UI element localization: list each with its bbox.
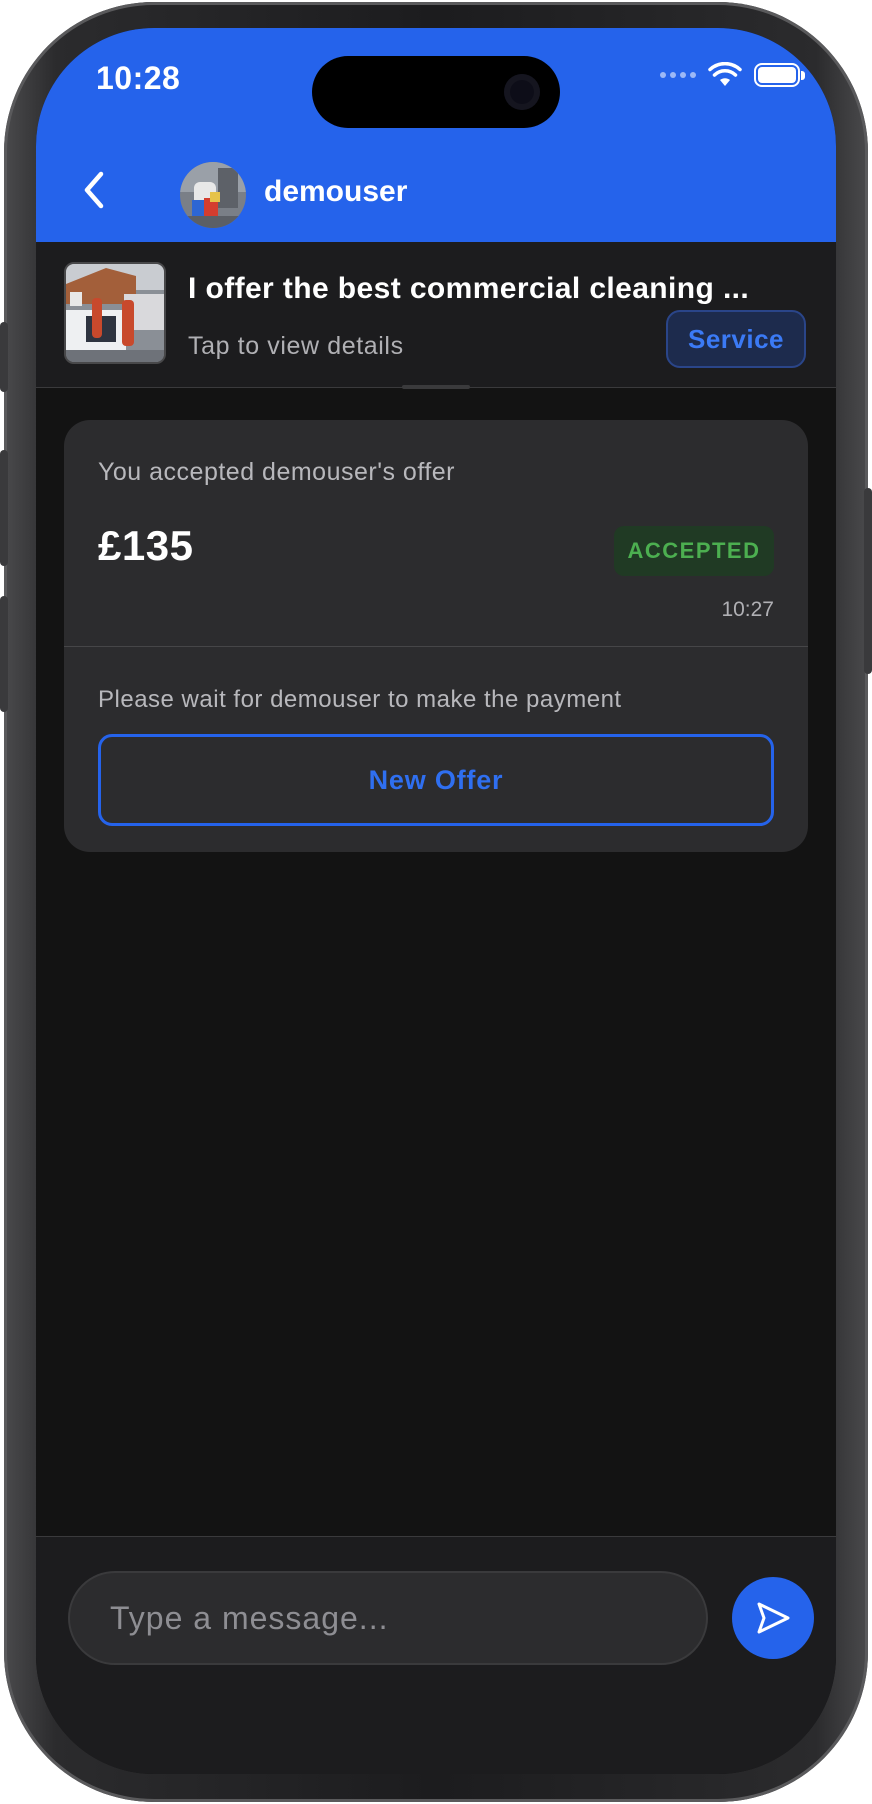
listing-image: [66, 264, 164, 362]
listing-title: I offer the best commercial cleaning ...: [188, 272, 750, 305]
send-button[interactable]: [732, 1577, 814, 1659]
dynamic-island: [312, 56, 560, 128]
offer-timestamp: 10:27: [721, 598, 774, 621]
chevron-left-icon: [84, 171, 104, 209]
avatar[interactable]: [180, 162, 246, 228]
side-button: [0, 450, 8, 566]
listing-thumbnail: [64, 262, 166, 364]
offer-label: You accepted demouser's offer: [98, 458, 456, 486]
offer-card: You accepted demouser's offer £135 ACCEP…: [64, 420, 808, 852]
listing-bar[interactable]: I offer the best commercial cleaning ...…: [36, 242, 836, 388]
back-button[interactable]: [66, 162, 122, 218]
offer-amount: £135: [98, 522, 194, 569]
listing-subtitle: Tap to view details: [188, 332, 404, 360]
service-badge: Service: [666, 310, 806, 368]
payment-wait-text: Please wait for demouser to make the pay…: [98, 686, 622, 713]
wifi-icon: [708, 62, 742, 86]
battery-icon: [754, 63, 805, 87]
side-button: [0, 322, 8, 392]
status-icons: [660, 62, 805, 88]
side-button: [864, 488, 872, 674]
avatar-image: [180, 162, 246, 228]
message-composer: Type a message...: [36, 1536, 836, 1774]
chat-header: 10:28 demouser: [36, 28, 836, 242]
divider: [64, 646, 808, 647]
signal-icon: [660, 72, 696, 78]
send-icon: [757, 1602, 790, 1634]
chat-username[interactable]: demouser: [264, 175, 407, 209]
status-time: 10:28: [96, 60, 181, 96]
side-button: [0, 596, 8, 712]
new-offer-button[interactable]: New Offer: [98, 734, 774, 826]
message-input[interactable]: Type a message...: [68, 1571, 708, 1665]
screen: 10:28 demouser I offer the best commerci…: [36, 28, 836, 1774]
drag-handle: [402, 385, 470, 389]
camera-icon: [504, 74, 540, 110]
status-badge: ACCEPTED: [614, 526, 774, 576]
